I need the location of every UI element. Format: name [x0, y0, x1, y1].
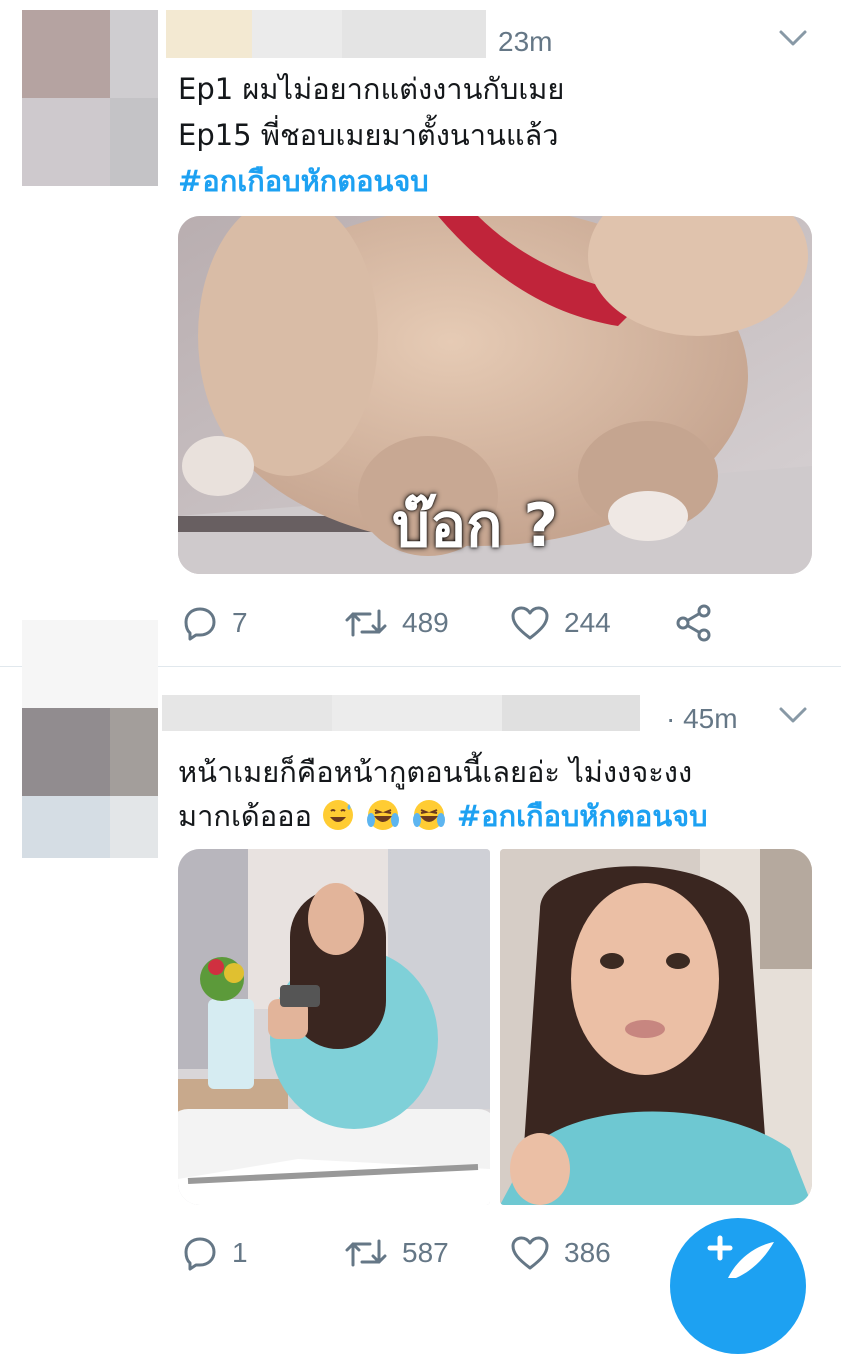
chevron-down-icon[interactable]	[778, 28, 808, 48]
tears-of-joy-emoji-icon	[367, 800, 400, 830]
heart-icon	[511, 606, 549, 640]
drama-still-closeup	[500, 849, 812, 1205]
compose-button[interactable]	[670, 1218, 806, 1354]
retweet-icon	[345, 1239, 387, 1267]
chevron-down-icon[interactable]	[778, 705, 808, 725]
tweet-timestamp[interactable]: 23m	[498, 26, 552, 58]
author-name-redacted[interactable]	[162, 695, 640, 731]
tweet-media-image[interactable]	[500, 849, 812, 1205]
reply-count: 7	[232, 607, 248, 638]
author-name-redacted[interactable]	[166, 10, 486, 62]
tweet-text-line: หน้าเมยก็คือหน้ากูตอนนี้เลยอ่ะ ไม่งงจะงง	[178, 755, 693, 789]
hashtag-link[interactable]: #อกเกือบหักตอนจบ	[178, 158, 429, 204]
tweet-text-line: Ep15 พี่ชอบเมยมาตั้งนานแล้ว	[178, 118, 559, 152]
share-button[interactable]	[674, 598, 714, 648]
hashtag-link[interactable]: #อกเกือบหักตอนจบ	[457, 799, 708, 833]
tears-of-joy-emoji-icon	[412, 800, 445, 830]
reply-button[interactable]: 1	[182, 1228, 248, 1278]
tweet-1[interactable]: 23m Ep1 ผมไม่อยากแต่งงานกับเมย Ep15 พี่ช…	[0, 0, 841, 666]
tweet-media-image[interactable]	[178, 849, 490, 1205]
reply-icon	[184, 1237, 216, 1271]
tweet-media-image[interactable]: บ๊อก ?	[178, 216, 812, 574]
retweet-count: 587	[402, 1237, 449, 1268]
heart-icon	[511, 1236, 549, 1270]
tweet-text-line-2: มากเด้อออ 😅 😂 😂 #อกเกือบหักตอนจบ	[178, 793, 708, 839]
tweet-text: มากเด้อออ	[178, 799, 312, 833]
media-caption: บ๊อก ?	[392, 491, 559, 561]
tweet-timestamp[interactable]: · 45m	[666, 703, 738, 735]
sweat-smile-emoji-icon	[323, 800, 354, 830]
retweet-icon	[345, 609, 387, 637]
tweet-actions: 1 587 386	[178, 1228, 738, 1278]
drama-still-hospital	[178, 849, 490, 1205]
tweet-2[interactable]: · 45m หน้าเมยก็คือหน้ากูตอนนี้เลยอ่ะ ไม่…	[0, 620, 841, 1280]
reply-count: 1	[232, 1237, 248, 1268]
retweet-button[interactable]: 489	[344, 598, 449, 648]
like-button[interactable]: 244	[510, 598, 611, 648]
like-count: 386	[564, 1237, 611, 1268]
tweet-actions: 7 489 244	[178, 598, 738, 648]
like-button[interactable]: 386	[510, 1228, 611, 1278]
retweet-button[interactable]: 587	[344, 1228, 449, 1278]
avatar[interactable]	[22, 620, 158, 858]
reply-button[interactable]: 7	[182, 598, 248, 648]
share-icon	[676, 604, 711, 642]
avatar[interactable]	[22, 10, 158, 186]
tweet-text-line: Ep1 ผมไม่อยากแต่งงานกับเมย	[178, 72, 565, 106]
retweet-count: 489	[402, 607, 449, 638]
like-count: 244	[564, 607, 611, 638]
compose-icon	[707, 1235, 774, 1278]
reply-icon	[184, 607, 216, 641]
